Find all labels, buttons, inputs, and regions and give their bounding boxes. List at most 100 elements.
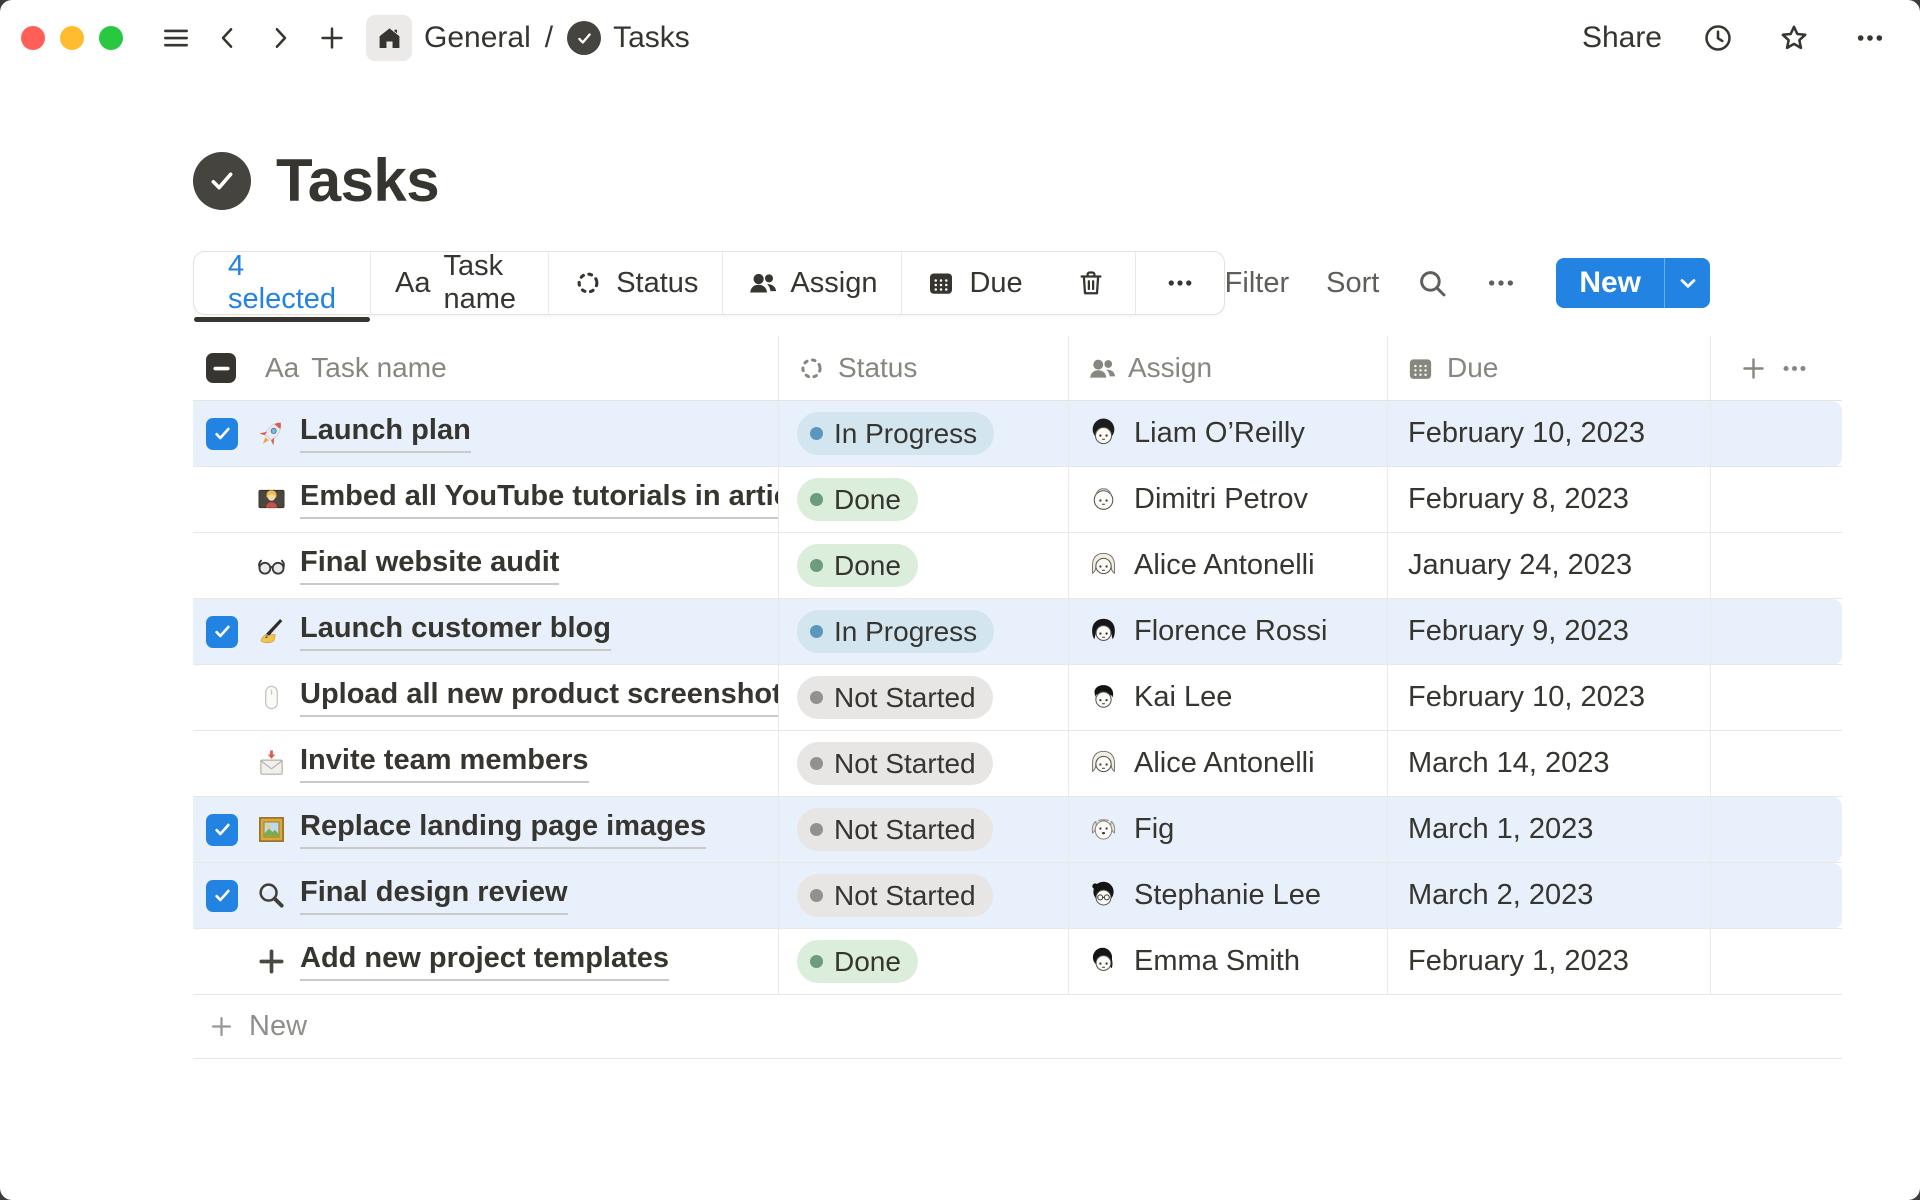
selected-count-button[interactable]: 4 selected: [194, 252, 371, 314]
favorite-star-icon[interactable]: [1774, 18, 1814, 58]
status-cell[interactable]: Done: [779, 533, 1069, 598]
property-assign-button[interactable]: Assign: [723, 252, 902, 314]
view-options-icon[interactable]: [1485, 267, 1517, 299]
back-icon[interactable]: [208, 18, 248, 58]
task-title-link[interactable]: Final design review: [300, 876, 568, 915]
task-name-cell[interactable]: Embed all YouTube tutorials in article: [193, 467, 779, 532]
status-cell[interactable]: In Progress: [779, 401, 1069, 466]
due-cell[interactable]: March 14, 2023: [1388, 731, 1711, 796]
task-name-cell[interactable]: Final design review: [193, 863, 779, 928]
delete-button[interactable]: [1047, 252, 1136, 314]
breadcrumb-root[interactable]: General: [424, 21, 531, 55]
status-cell[interactable]: Done: [779, 467, 1069, 532]
row-checkbox[interactable]: [206, 880, 238, 912]
task-title-link[interactable]: Embed all YouTube tutorials in article: [300, 480, 779, 519]
task-name-cell[interactable]: Invite team members: [193, 731, 779, 796]
column-header-status[interactable]: Status: [779, 336, 1069, 400]
assign-cell[interactable]: Kai Lee: [1069, 665, 1388, 730]
row-checkbox[interactable]: [206, 616, 238, 648]
checkbox-checked-icon[interactable]: [206, 616, 238, 648]
row-checkbox[interactable]: [206, 418, 238, 450]
column-header-due[interactable]: Due: [1388, 336, 1711, 400]
due-cell[interactable]: February 8, 2023: [1388, 467, 1711, 532]
share-button[interactable]: Share: [1582, 21, 1662, 55]
status-cell[interactable]: Not Started: [779, 863, 1069, 928]
table-row: Add new project templates Done Emma SmithF…: [193, 929, 1842, 995]
due-cell[interactable]: February 10, 2023: [1388, 665, 1711, 730]
assign-cell[interactable]: Liam O’Reilly: [1069, 401, 1388, 466]
assign-cell[interactable]: Alice Antonelli: [1069, 731, 1388, 796]
due-cell[interactable]: February 9, 2023: [1388, 599, 1711, 664]
new-row-button[interactable]: New: [193, 995, 1842, 1059]
assign-cell[interactable]: Stephanie Lee: [1069, 863, 1388, 928]
due-cell[interactable]: January 24, 2023: [1388, 533, 1711, 598]
close-button[interactable]: [21, 26, 45, 50]
assign-cell[interactable]: Alice Antonelli: [1069, 533, 1388, 598]
status-pill: Done: [797, 478, 918, 521]
checkbox-checked-icon[interactable]: [206, 814, 238, 846]
due-cell[interactable]: March 2, 2023: [1388, 863, 1711, 928]
task-title-link[interactable]: Add new project templates: [300, 942, 669, 981]
table-options-button[interactable]: [1780, 354, 1809, 383]
toolbar-more-button[interactable]: [1136, 252, 1224, 314]
status-label: Not Started: [834, 814, 976, 846]
task-title-link[interactable]: Upload all new product screenshots: [300, 678, 779, 717]
status-cell[interactable]: Done: [779, 929, 1069, 994]
empty-cell: [1711, 467, 1842, 532]
assign-cell[interactable]: Dimitri Petrov: [1069, 467, 1388, 532]
property-label: Due: [969, 267, 1022, 300]
task-name-cell[interactable]: Add new project templates: [193, 929, 779, 994]
status-cell[interactable]: In Progress: [779, 599, 1069, 664]
more-options-icon[interactable]: [1850, 18, 1890, 58]
new-button[interactable]: New: [1556, 258, 1664, 308]
column-header-task-name[interactable]: AaTask name: [193, 336, 779, 400]
task-name-cell[interactable]: Final website audit: [193, 533, 779, 598]
status-cell[interactable]: Not Started: [779, 797, 1069, 862]
task-title-link[interactable]: Invite team members: [300, 744, 589, 783]
due-cell[interactable]: February 10, 2023: [1388, 401, 1711, 466]
task-title-link[interactable]: Launch plan: [300, 414, 471, 453]
sort-button[interactable]: Sort: [1326, 267, 1379, 300]
checkbox-checked-icon[interactable]: [206, 880, 238, 912]
new-page-icon[interactable]: [312, 18, 352, 58]
status-cell[interactable]: Not Started: [779, 665, 1069, 730]
property-task-name-button[interactable]: AaTask name: [371, 252, 549, 314]
task-title-link[interactable]: Final website audit: [300, 546, 559, 585]
task-title-link[interactable]: Launch customer blog: [300, 612, 611, 651]
minimize-button[interactable]: [60, 26, 84, 50]
forward-icon[interactable]: [260, 18, 300, 58]
task-name-cell[interactable]: Launch plan: [193, 401, 779, 466]
task-name-cell[interactable]: Launch customer blog: [193, 599, 779, 664]
task-name-cell[interactable]: Replace landing page images: [193, 797, 779, 862]
status-dot-icon: [810, 559, 823, 572]
assign-cell[interactable]: Fig: [1069, 797, 1388, 862]
assignee-name: Stephanie Lee: [1134, 879, 1321, 912]
new-dropdown-button[interactable]: [1664, 258, 1710, 308]
filter-button[interactable]: Filter: [1225, 267, 1289, 300]
add-column-button[interactable]: [1739, 354, 1768, 383]
page-icon[interactable]: [193, 152, 251, 210]
history-clock-icon[interactable]: [1698, 18, 1738, 58]
property-status-button[interactable]: Status: [549, 252, 723, 314]
task-title-link[interactable]: Replace landing page images: [300, 810, 706, 849]
people-icon: [1087, 354, 1116, 383]
sidebar-menu-icon[interactable]: [156, 18, 196, 58]
task-name-cell[interactable]: Upload all new product screenshots: [193, 665, 779, 730]
row-checkbox[interactable]: [206, 814, 238, 846]
search-icon[interactable]: [1416, 267, 1448, 299]
property-due-button[interactable]: Due: [902, 252, 1046, 314]
zoom-button[interactable]: [99, 26, 123, 50]
status-cell[interactable]: Not Started: [779, 731, 1069, 796]
column-header-assign[interactable]: Assign: [1069, 336, 1388, 400]
due-date: February 10, 2023: [1408, 417, 1645, 450]
due-cell[interactable]: March 1, 2023: [1388, 797, 1711, 862]
home-button[interactable]: [366, 15, 412, 61]
due-cell[interactable]: February 1, 2023: [1388, 929, 1711, 994]
assign-cell[interactable]: Emma Smith: [1069, 929, 1388, 994]
select-all-checkbox[interactable]: [206, 353, 236, 383]
checkbox-checked-icon[interactable]: [206, 418, 238, 450]
breadcrumb-page[interactable]: Tasks: [567, 21, 690, 55]
assign-cell[interactable]: Florence Rossi: [1069, 599, 1388, 664]
status-label: Done: [834, 946, 901, 978]
page-title[interactable]: Tasks: [276, 146, 439, 215]
